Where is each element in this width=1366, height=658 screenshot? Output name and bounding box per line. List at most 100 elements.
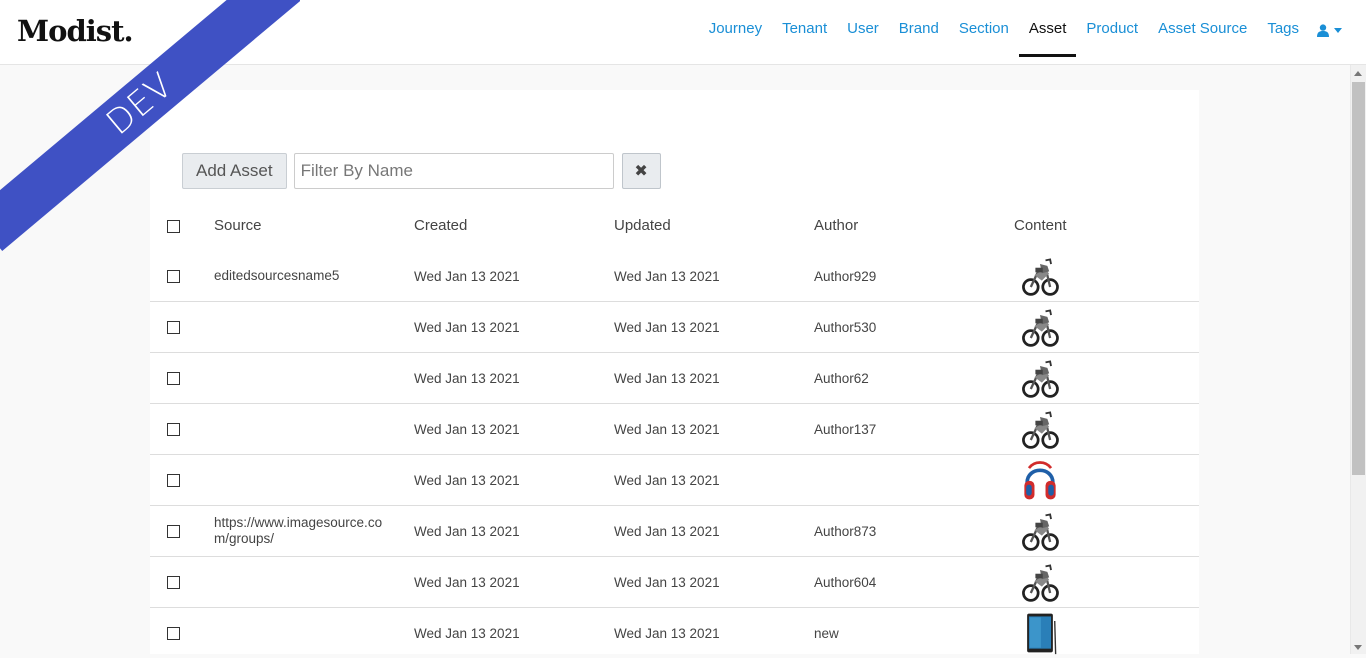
updated-cell: Wed Jan 13 2021 <box>614 455 814 506</box>
created-cell: Wed Jan 13 2021 <box>414 557 614 608</box>
column-header-source[interactable]: Source <box>214 200 414 251</box>
add-asset-button[interactable]: Add Asset <box>182 153 287 189</box>
row-checkbox[interactable] <box>167 423 180 436</box>
scroll-up-arrow-icon[interactable] <box>1354 71 1362 76</box>
author-cell: new <box>814 608 1014 658</box>
nav-item-product[interactable]: Product <box>1076 2 1148 57</box>
row-checkbox[interactable] <box>167 525 180 538</box>
motorcycle-image[interactable] <box>1014 508 1199 554</box>
headphones-image[interactable] <box>1014 457 1199 503</box>
nav-item-journey[interactable]: Journey <box>699 2 772 57</box>
updated-cell: Wed Jan 13 2021 <box>614 302 814 353</box>
column-header-created[interactable]: Created <box>414 200 614 251</box>
source-cell <box>214 404 414 455</box>
created-cell: Wed Jan 13 2021 <box>414 404 614 455</box>
updated-cell: Wed Jan 13 2021 <box>614 506 814 557</box>
content-cell[interactable] <box>1014 506 1199 557</box>
filter-by-name-input[interactable] <box>294 153 614 189</box>
content-cell[interactable] <box>1014 557 1199 608</box>
column-header-content[interactable]: Content <box>1014 200 1199 251</box>
source-cell <box>214 557 414 608</box>
table-row[interactable]: Wed Jan 13 2021Wed Jan 13 2021new <box>150 608 1199 658</box>
table-row[interactable]: Wed Jan 13 2021Wed Jan 13 2021Author62 <box>150 353 1199 404</box>
created-cell: Wed Jan 13 2021 <box>414 455 614 506</box>
nav-item-asset[interactable]: Asset <box>1019 2 1077 57</box>
column-header-author[interactable]: Author <box>814 200 1014 251</box>
column-header-updated[interactable]: Updated <box>614 200 814 251</box>
updated-cell: Wed Jan 13 2021 <box>614 608 814 658</box>
row-checkbox[interactable] <box>167 270 180 283</box>
row-checkbox[interactable] <box>167 372 180 385</box>
content-cell[interactable] <box>1014 353 1199 404</box>
scroll-down-arrow-icon[interactable] <box>1354 645 1362 650</box>
created-cell: Wed Jan 13 2021 <box>414 506 614 557</box>
created-cell: Wed Jan 13 2021 <box>414 251 614 302</box>
nav-item-section[interactable]: Section <box>949 2 1019 57</box>
content-cell[interactable] <box>1014 608 1199 658</box>
source-cell <box>214 455 414 506</box>
row-select-cell <box>150 251 214 302</box>
clear-filter-button[interactable]: ✖ <box>622 153 661 189</box>
app-logo[interactable]: Modist. <box>17 14 133 48</box>
source-cell <box>214 353 414 404</box>
row-select-cell <box>150 302 214 353</box>
row-checkbox[interactable] <box>167 627 180 640</box>
table-row[interactable]: Wed Jan 13 2021Wed Jan 13 2021 <box>150 455 1199 506</box>
table-header-row: Source Created Updated Author Content <box>150 200 1199 251</box>
source-cell <box>214 302 414 353</box>
row-checkbox[interactable] <box>167 474 180 487</box>
scrollbar-thumb[interactable] <box>1352 82 1365 475</box>
source-cell: https://www.imagesource.com/groups/ <box>214 506 414 557</box>
nav-item-tags[interactable]: Tags <box>1257 2 1309 57</box>
author-cell: Author137 <box>814 404 1014 455</box>
source-text: editedsourcesname5 <box>214 268 339 284</box>
nav-item-brand[interactable]: Brand <box>889 2 949 57</box>
table-row[interactable]: Wed Jan 13 2021Wed Jan 13 2021Author530 <box>150 302 1199 353</box>
motorcycle-image[interactable] <box>1014 559 1199 605</box>
asset-table: Source Created Updated Author Content ed… <box>150 200 1199 658</box>
content-cell[interactable] <box>1014 455 1199 506</box>
times-icon: ✖ <box>634 161 647 181</box>
source-text: https://www.imagesource.com/groups/ <box>214 515 386 547</box>
source-cell <box>214 608 414 658</box>
row-checkbox[interactable] <box>167 576 180 589</box>
chevron-down-icon <box>1334 28 1342 33</box>
user-menu-dropdown[interactable] <box>1309 0 1342 60</box>
source-cell: editedsourcesname5 <box>214 251 414 302</box>
asset-table-body: editedsourcesname5Wed Jan 13 2021Wed Jan… <box>150 251 1199 658</box>
author-cell: Author62 <box>814 353 1014 404</box>
nav-menu: JourneyTenantUserBrandSectionAssetProduc… <box>699 0 1342 65</box>
created-cell: Wed Jan 13 2021 <box>414 302 614 353</box>
content-cell[interactable] <box>1014 251 1199 302</box>
motorcycle-image[interactable] <box>1014 406 1199 452</box>
motorcycle-image[interactable] <box>1014 253 1199 299</box>
content-cell[interactable] <box>1014 404 1199 455</box>
table-row[interactable]: Wed Jan 13 2021Wed Jan 13 2021Author604 <box>150 557 1199 608</box>
row-select-cell <box>150 455 214 506</box>
row-select-cell <box>150 353 214 404</box>
table-row[interactable]: Wed Jan 13 2021Wed Jan 13 2021Author137 <box>150 404 1199 455</box>
tablet-image[interactable] <box>1014 610 1199 656</box>
nav-item-tenant[interactable]: Tenant <box>772 2 837 57</box>
page-scrollbar[interactable] <box>1350 65 1366 654</box>
table-row[interactable]: https://www.imagesource.com/groups/Wed J… <box>150 506 1199 557</box>
motorcycle-image[interactable] <box>1014 355 1199 401</box>
user-icon <box>1317 24 1329 37</box>
row-select-cell <box>150 608 214 658</box>
row-checkbox[interactable] <box>167 321 180 334</box>
motorcycle-image[interactable] <box>1014 304 1199 350</box>
table-row[interactable]: editedsourcesname5Wed Jan 13 2021Wed Jan… <box>150 251 1199 302</box>
author-cell: Author604 <box>814 557 1014 608</box>
created-cell: Wed Jan 13 2021 <box>414 608 614 658</box>
row-select-cell <box>150 404 214 455</box>
select-all-cell <box>150 200 214 251</box>
nav-item-user[interactable]: User <box>837 2 889 57</box>
updated-cell: Wed Jan 13 2021 <box>614 353 814 404</box>
select-all-checkbox[interactable] <box>167 220 180 233</box>
nav-item-asset-source[interactable]: Asset Source <box>1148 2 1257 57</box>
author-cell: Author873 <box>814 506 1014 557</box>
updated-cell: Wed Jan 13 2021 <box>614 557 814 608</box>
content-cell[interactable] <box>1014 302 1199 353</box>
updated-cell: Wed Jan 13 2021 <box>614 404 814 455</box>
asset-panel: Add Asset ✖ Source Created Updated Autho… <box>150 90 1199 654</box>
